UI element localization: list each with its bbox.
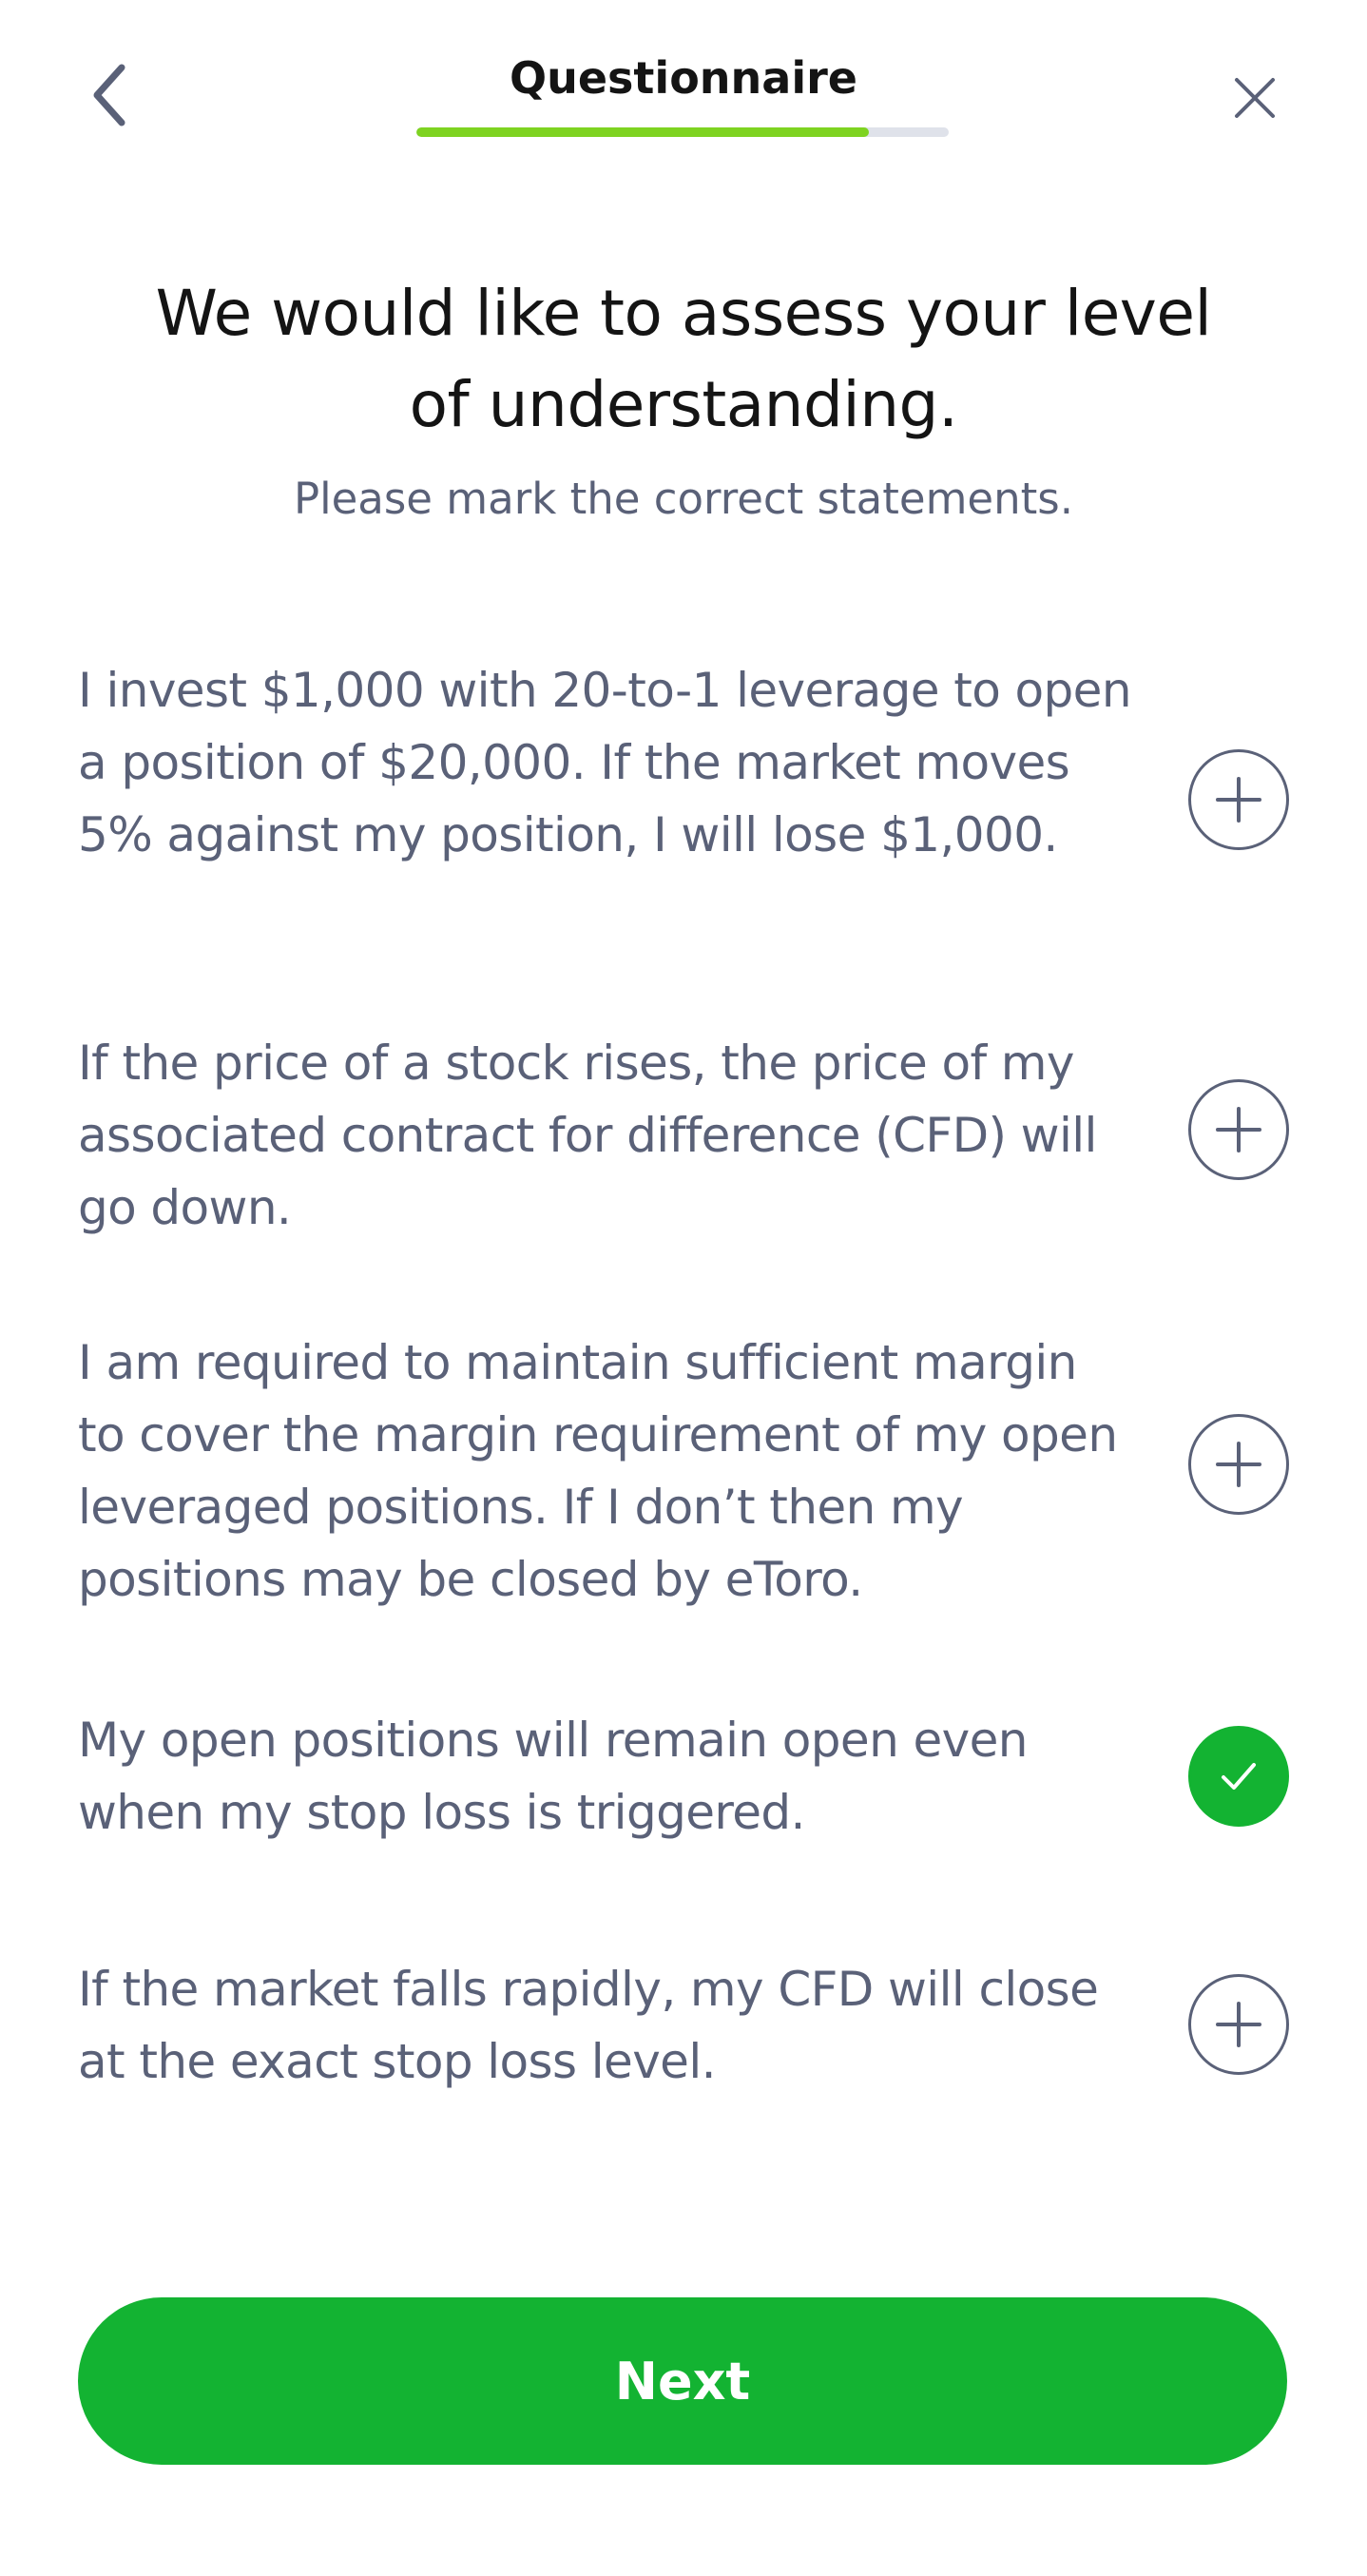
statement-toggle-button[interactable] [1188, 1414, 1289, 1515]
statement-item: If the price of a stock rises, the price… [78, 1027, 1290, 1248]
statement-item: My open positions will remain open even … [78, 1704, 1290, 1856]
progress-fill [416, 127, 869, 137]
close-icon [1235, 78, 1275, 118]
intro-heading: We would like to assess your level of un… [155, 277, 1212, 441]
statement-text: If the price of a stock rises, the price… [78, 1036, 1097, 1235]
check-icon [1222, 1763, 1256, 1790]
plus-icon [1216, 777, 1261, 823]
statement-toggle-button[interactable] [1188, 1079, 1289, 1180]
plus-icon [1216, 2002, 1261, 2047]
statement-item: I am required to maintain sufficient mar… [78, 1327, 1290, 1623]
statement-text: If the market falls rapidly, my CFD will… [78, 1962, 1099, 2089]
statement-text: My open positions will remain open even … [78, 1713, 1028, 1840]
close-button[interactable] [1212, 60, 1298, 136]
statement-text: I am required to maintain sufficient mar… [78, 1335, 1118, 1607]
plus-icon [1216, 1442, 1261, 1487]
statement-toggle-button[interactable] [1188, 1974, 1289, 2075]
statement-text: I invest $1,000 with 20-to-1 leverage to… [78, 663, 1132, 862]
plus-icon [1216, 1107, 1261, 1152]
intro-subtitle: Please mark the correct statements. [293, 474, 1074, 524]
statement-toggle-button[interactable] [1188, 1726, 1289, 1827]
statement-item: If the market falls rapidly, my CFD will… [78, 1953, 1290, 2105]
next-button[interactable]: Next [78, 2297, 1287, 2465]
header: Questionnaire [0, 0, 1367, 162]
progress-bar [416, 127, 949, 137]
statement-toggle-button[interactable] [1188, 749, 1289, 850]
page-title: Questionnaire [510, 52, 857, 104]
statement-item: I invest $1,000 with 20-to-1 leverage to… [78, 654, 1290, 951]
